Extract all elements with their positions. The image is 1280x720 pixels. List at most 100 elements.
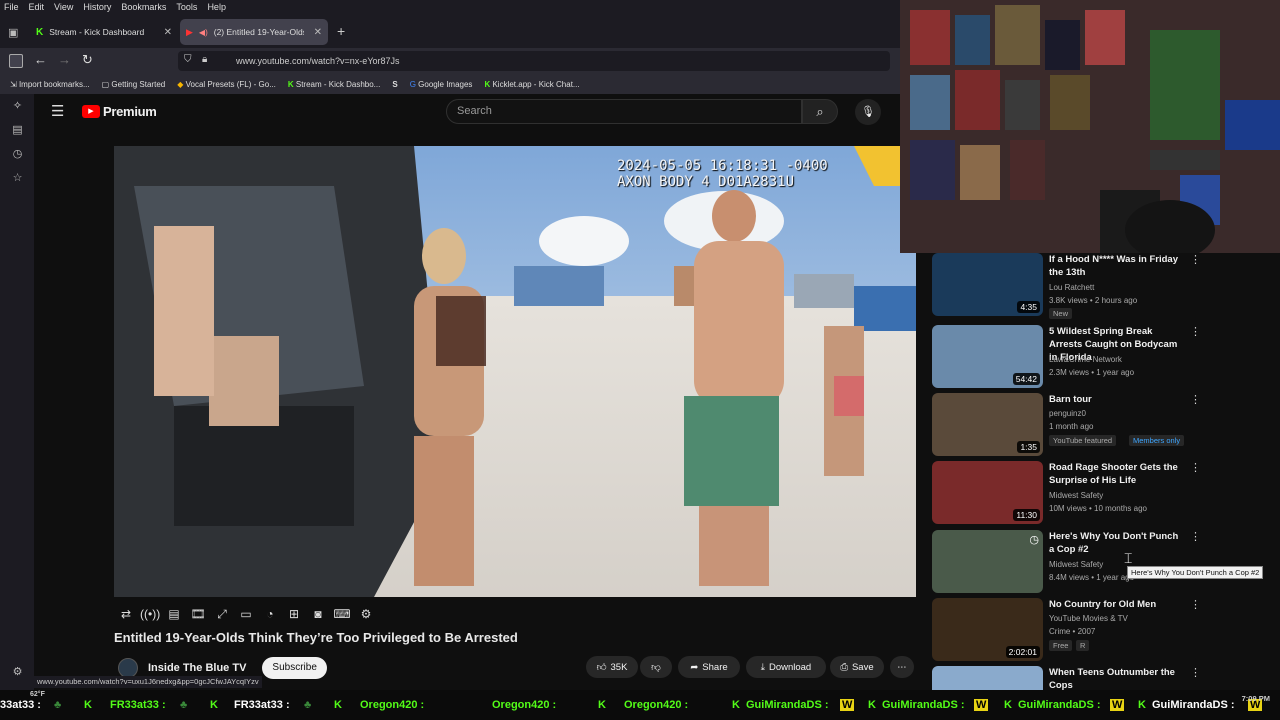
- hamburger-menu-icon[interactable]: ☰: [51, 102, 64, 120]
- resize-icon[interactable]: ⤢: [212, 604, 232, 624]
- recommendation-item[interactable]: 1:35 Barn tour penguinz0 1 month ago You…: [932, 393, 1272, 457]
- shield-icon[interactable]: ⛉: [184, 54, 192, 65]
- bookmark-getting-started[interactable]: ▢ Getting Started: [102, 80, 166, 89]
- film-icon[interactable]: 🎞︎: [188, 604, 208, 624]
- recommendation-item[interactable]: 11:30 Road Rage Shooter Gets the Surpris…: [932, 461, 1272, 525]
- share-button[interactable]: ➦ Share: [678, 656, 740, 678]
- recommendation-channel[interactable]: Midwest Safety: [1049, 559, 1103, 571]
- menu-history[interactable]: History: [83, 2, 111, 12]
- bookmark-s[interactable]: S: [392, 80, 397, 89]
- camera-icon[interactable]: ◙: [308, 604, 328, 624]
- new-tab-icon[interactable]: +: [337, 23, 345, 39]
- recommendation-channel[interactable]: Lou Ratchett: [1049, 282, 1094, 294]
- sidebar-toggle-icon[interactable]: [9, 54, 23, 68]
- more-vert-icon[interactable]: ⋮: [1190, 666, 1201, 679]
- save-button[interactable]: ⎙ Save: [830, 656, 884, 678]
- channel-name[interactable]: Inside The Blue TV: [148, 662, 246, 674]
- video-frame: [114, 146, 916, 597]
- menu-help[interactable]: Help: [207, 2, 226, 12]
- history-icon[interactable]: ◷: [11, 148, 24, 161]
- gear-icon[interactable]: ⚙: [356, 604, 376, 624]
- ai-sparkle-icon[interactable]: ✧: [11, 100, 24, 113]
- search-input[interactable]: Search: [446, 99, 802, 124]
- more-vert-icon[interactable]: ⋮: [1190, 253, 1201, 266]
- video-player[interactable]: 2024-05-05 16:18:31 -0400 AXON BODY 4 D0…: [114, 146, 916, 597]
- synced-tabs-icon[interactable]: ▤: [11, 124, 24, 137]
- more-vert-icon[interactable]: ⋮: [1190, 325, 1201, 338]
- ticker-user: Oregon420 :: [624, 699, 689, 711]
- speed-icon[interactable]: ◔: [260, 604, 280, 624]
- video-thumbnail[interactable]: [932, 666, 1043, 690]
- recommendation-title[interactable]: Barn tour: [1049, 393, 1184, 406]
- add-icon[interactable]: ⊞: [284, 604, 304, 624]
- back-icon[interactable]: ←: [34, 52, 47, 67]
- video-thumbnail[interactable]: 11:30: [932, 461, 1043, 524]
- download-button[interactable]: ⤓ Download: [746, 656, 826, 678]
- reload-icon[interactable]: ↻: [82, 52, 93, 68]
- microphone-icon[interactable]: 🎙︎: [855, 99, 881, 125]
- recommendation-channel[interactable]: Law&Crime Network: [1049, 354, 1122, 366]
- search-icon[interactable]: ⌕: [802, 99, 838, 124]
- gear-icon[interactable]: ⚙: [11, 666, 24, 679]
- lock-icon[interactable]: 🔒︎: [202, 54, 207, 65]
- bookmark-kick-dashboard[interactable]: K Stream - Kick Dashbo...: [288, 80, 381, 89]
- theater-icon[interactable]: ▭: [236, 604, 256, 624]
- tab-kick-dashboard[interactable]: K Stream - Kick Dashboard ✕: [30, 19, 178, 45]
- video-thumbnail[interactable]: ◷: [932, 530, 1043, 593]
- recommendation-item[interactable]: 4:35 If a Hood N**** Was in Friday the 1…: [932, 253, 1272, 319]
- more-vert-icon[interactable]: ⋮: [1190, 461, 1201, 474]
- recommendation-item[interactable]: When Teens Outnumber the Cops ⋮: [932, 666, 1272, 690]
- recommendation-channel[interactable]: YouTube Movies & TV: [1049, 613, 1128, 625]
- recommendation-channel[interactable]: penguinz0: [1049, 408, 1086, 420]
- tab-list-icon[interactable]: ▣: [8, 26, 18, 39]
- more-vert-icon[interactable]: ⋮: [1190, 598, 1201, 611]
- ticker-user: FR33at33 :: [234, 699, 290, 711]
- more-actions-button[interactable]: ⋯: [890, 656, 914, 678]
- recommendation-item[interactable]: ◷ Here's Why You Don't Punch a Cop #2 Mi…: [932, 530, 1272, 594]
- recommendation-title[interactable]: When Teens Outnumber the Cops: [1049, 666, 1184, 690]
- recommendation-title[interactable]: Here's Why You Don't Punch a Cop #2: [1049, 530, 1184, 556]
- bookmarks-star-icon[interactable]: ☆: [11, 172, 24, 185]
- recommendation-item[interactable]: 54:42 5 Wildest Spring Break Arrests Cau…: [932, 325, 1272, 389]
- video-thumbnail[interactable]: 1:35: [932, 393, 1043, 456]
- forward-icon[interactable]: →: [58, 52, 71, 67]
- menu-tools[interactable]: Tools: [176, 2, 197, 12]
- audio-icon[interactable]: ◀): [199, 28, 208, 37]
- ticker-user: 33at33 :: [0, 699, 41, 711]
- recommendation-title[interactable]: If a Hood N**** Was in Friday the 13th: [1049, 253, 1184, 279]
- like-button[interactable]: 👍︎ 35K: [586, 656, 638, 678]
- bookmark-kicklet[interactable]: K Kicklet.app - Kick Chat...: [484, 80, 579, 89]
- youtube-icon: ▶: [186, 26, 193, 37]
- watch-later-icon[interactable]: ◷: [1029, 533, 1039, 546]
- loop-icon[interactable]: ⇄: [116, 604, 136, 624]
- keyboard-icon[interactable]: ⌨: [332, 604, 352, 624]
- menu-view[interactable]: View: [54, 2, 73, 12]
- video-thumbnail[interactable]: 2:02:01: [932, 598, 1043, 661]
- recommendation-item[interactable]: 2:02:01 No Country for Old Men YouTube M…: [932, 598, 1272, 662]
- bookmark-import[interactable]: ⇲ Import bookmarks...: [10, 80, 90, 89]
- bookmark-vocal-presets[interactable]: ◆ Vocal Presets (FL) - Go...: [177, 80, 276, 89]
- url-bar[interactable]: ⛉ 🔒︎ www.youtube.com/watch?v=nx-eYor87Js: [178, 51, 890, 71]
- menu-edit[interactable]: Edit: [29, 2, 45, 12]
- tab-youtube[interactable]: ▶ ◀) (2) Entitled 19-Year-Olds Th ✕: [180, 19, 328, 45]
- more-vert-icon[interactable]: ⋮: [1190, 530, 1201, 543]
- youtube-logo[interactable]: ▶ Premium: [82, 104, 157, 119]
- close-icon[interactable]: ✕: [314, 27, 322, 38]
- menu-bookmarks[interactable]: Bookmarks: [121, 2, 166, 12]
- playlist-icon[interactable]: ▤: [164, 604, 184, 624]
- close-icon[interactable]: ✕: [164, 27, 172, 38]
- video-thumbnail[interactable]: 4:35: [932, 253, 1043, 316]
- recommendation-title[interactable]: No Country for Old Men: [1049, 598, 1184, 611]
- bookmark-google-images[interactable]: G Google Images: [410, 80, 473, 89]
- menu-file[interactable]: File: [4, 2, 19, 12]
- logo-text: Premium: [103, 104, 157, 119]
- video-thumbnail[interactable]: 54:42: [932, 325, 1043, 388]
- dislike-button[interactable]: 👎︎: [640, 656, 672, 678]
- channel-avatar[interactable]: [118, 658, 138, 678]
- recommendation-channel[interactable]: Midwest Safety: [1049, 490, 1103, 502]
- more-vert-icon[interactable]: ⋮: [1190, 393, 1201, 406]
- bookmark-label: Vocal Presets (FL) - Go...: [185, 79, 276, 89]
- subscribe-button[interactable]: Subscribe: [262, 657, 327, 679]
- recommendation-title[interactable]: Road Rage Shooter Gets the Surprise of H…: [1049, 461, 1184, 487]
- audio-waves-icon[interactable]: ((•)): [140, 604, 160, 624]
